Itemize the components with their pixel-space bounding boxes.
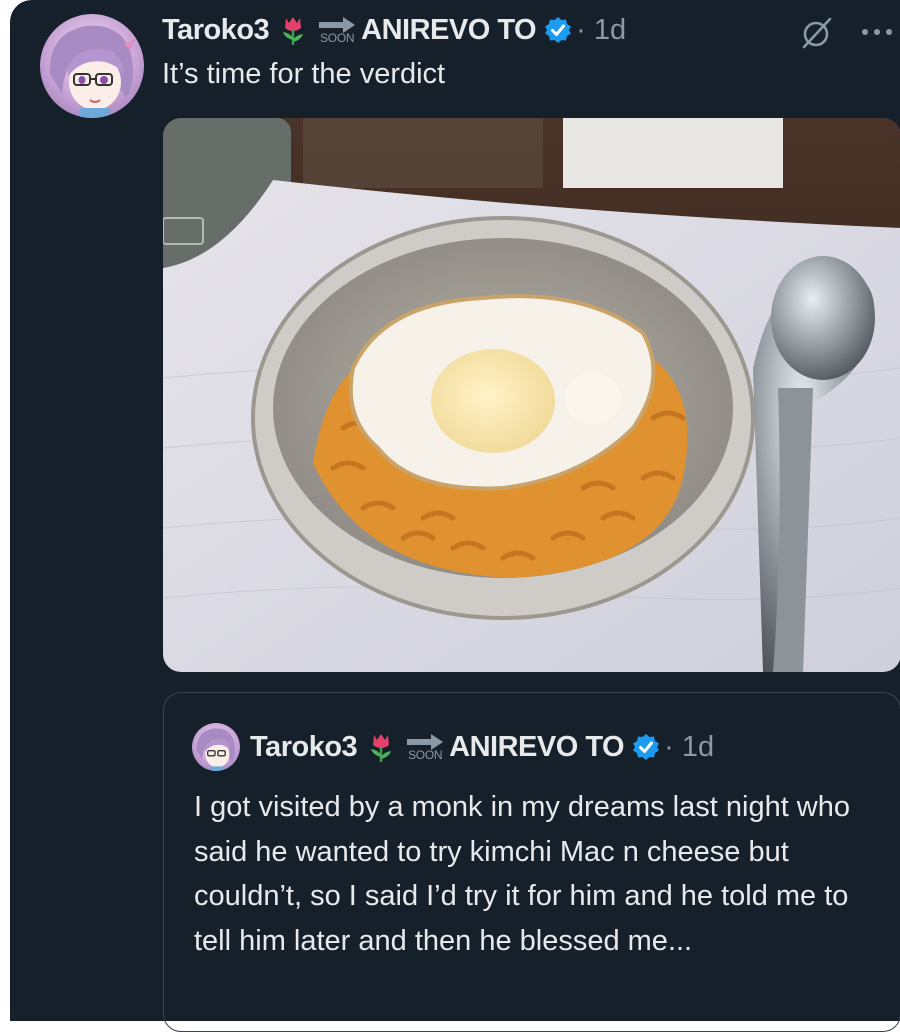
anime-avatar-image [49,25,136,118]
more-icon[interactable] [862,22,900,42]
tweet-text: It’s time for the verdict [162,58,446,90]
soon-label: SOON [320,31,355,45]
author-avatar[interactable] [40,14,144,118]
quoted-affiliation-name[interactable]: ANIREVO TO [449,731,624,764]
verified-badge-icon [545,17,572,43]
verified-badge-icon [633,734,660,760]
quoted-tweet-header: Taroko3 SOON ANIREVO TO · 1d [250,727,714,767]
tweet-card[interactable]: Taroko3 SOON ANIREVO TO · 1d It’s time f… [10,0,900,1032]
author-name[interactable]: Taroko3 [162,14,270,47]
quoted-author-avatar[interactable] [192,723,240,771]
tulip-icon [283,17,304,45]
soon-badge: SOON [317,16,357,44]
soon-label: SOON [408,748,443,762]
tweet-photo[interactable] [163,118,900,672]
mac-and-cheese-photo [163,118,900,672]
grok-icon[interactable] [800,16,834,50]
quoted-author-name[interactable]: Taroko3 [250,731,358,764]
anime-avatar-image [196,728,235,771]
quoted-tweet-text: I got visited by a monk in my dreams las… [194,791,851,957]
tweet-header: Taroko3 SOON ANIREVO TO · 1d [162,10,626,50]
tweet-time[interactable]: · 1d [576,14,626,47]
affiliation-name[interactable]: ANIREVO TO [361,14,536,47]
quoted-tweet-time[interactable]: · 1d [664,731,714,764]
soon-badge: SOON [405,733,445,761]
quoted-tweet[interactable]: Taroko3 SOON ANIREVO TO · 1d I got visit… [163,692,900,1032]
tulip-icon [371,734,392,762]
